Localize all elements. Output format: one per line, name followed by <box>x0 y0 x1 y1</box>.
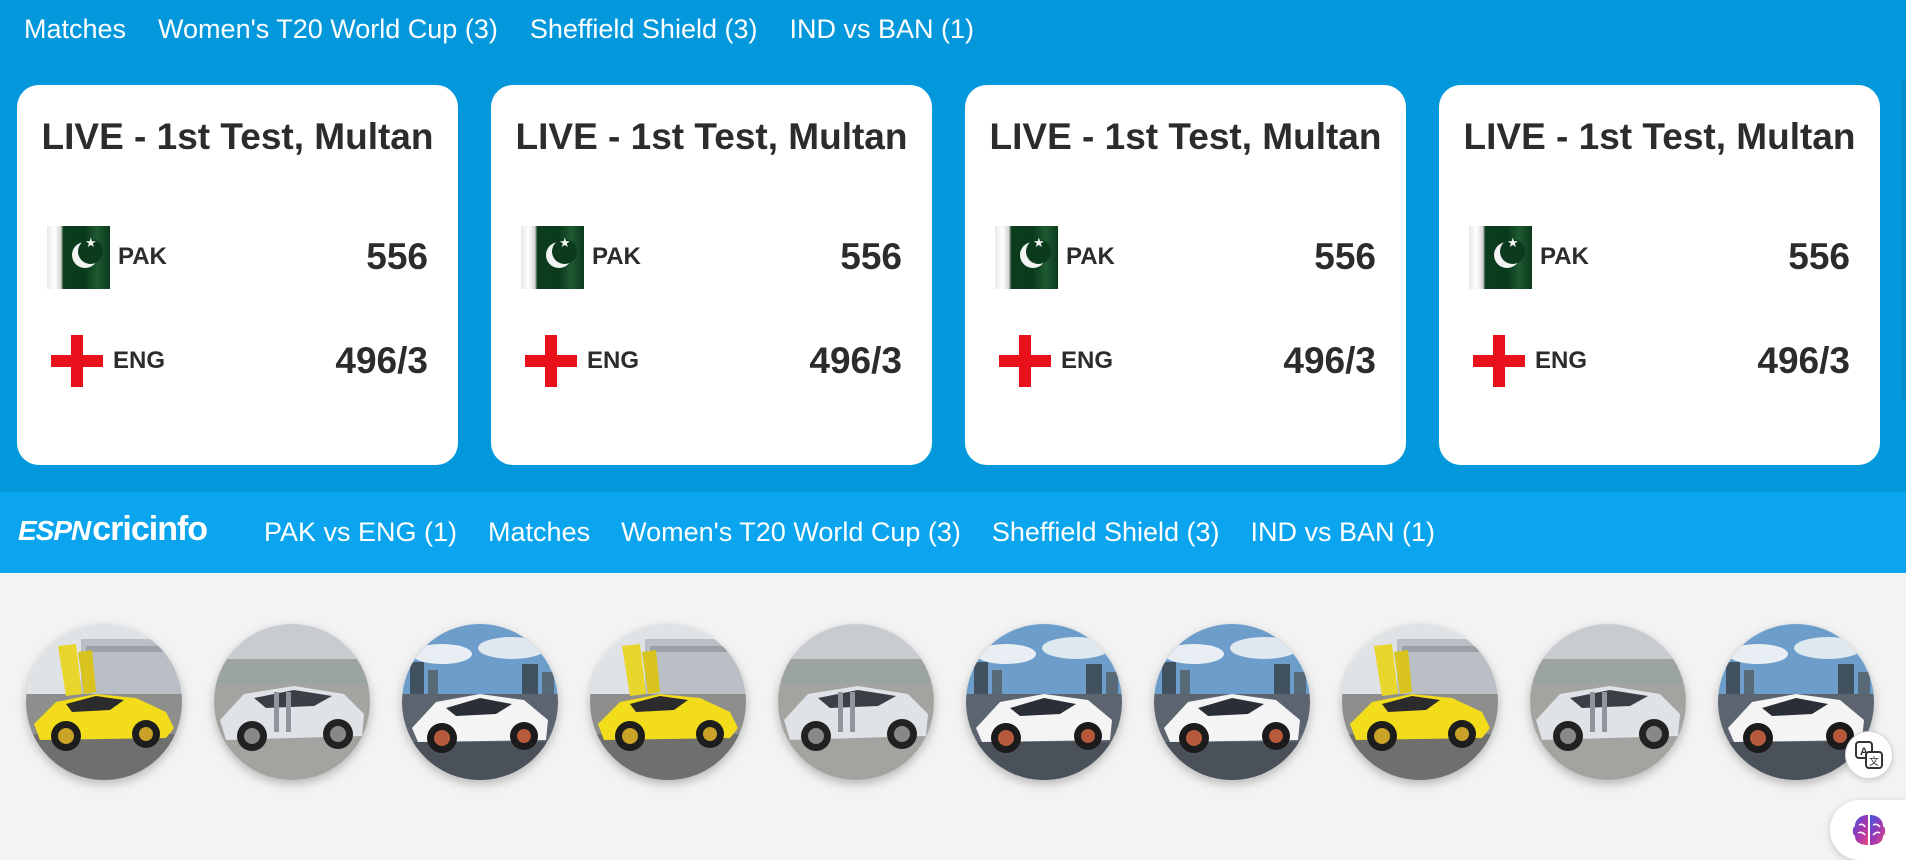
logo-espn-text: ESPN <box>18 515 91 546</box>
car-thumbnail[interactable] <box>590 624 746 780</box>
espncricinfo-logo[interactable]: ESPN cricinfo <box>18 510 208 554</box>
pakistan-flag-icon: ★ <box>521 225 584 289</box>
team-score: 556 <box>366 236 428 277</box>
england-flag-icon <box>49 333 105 389</box>
team-name: PAK <box>1540 243 1589 270</box>
top-nav-link-sheffield-shield[interactable]: Sheffield Shield (3) <box>530 14 758 45</box>
car-thumbnail[interactable] <box>966 624 1122 780</box>
team-row-pak: ★ PAK 556 <box>47 225 428 289</box>
translate-button[interactable]: A 文 <box>1845 731 1893 779</box>
team-name: PAK <box>118 243 167 270</box>
car-image <box>1342 624 1498 780</box>
espn-nav-bar: ESPN cricinfo PAK vs ENG (1) Matches Wom… <box>0 492 1906 573</box>
england-flag-icon <box>997 333 1053 389</box>
match-title: LIVE - 1st Test, Multan <box>1463 116 1856 157</box>
pakistan-flag-icon: ★ <box>1469 225 1532 289</box>
match-title: LIVE - 1st Test, Multan <box>989 116 1382 157</box>
team-name: PAK <box>592 243 641 270</box>
car-image <box>778 624 934 780</box>
team-row-pak: ★ PAK 556 <box>995 225 1376 289</box>
car-thumbnail[interactable] <box>1154 624 1310 780</box>
car-thumbnail[interactable] <box>1530 624 1686 780</box>
team-score: 556 <box>1788 236 1850 277</box>
match-title: LIVE - 1st Test, Multan <box>41 116 434 157</box>
match-cards: LIVE - 1st Test, Multan ★ PAK 556 ENG 49… <box>17 85 1880 465</box>
match-title: LIVE - 1st Test, Multan <box>515 116 908 157</box>
match-card[interactable]: LIVE - 1st Test, Multan ★ PAK 556 ENG 49… <box>491 85 932 465</box>
team-name: ENG <box>1535 347 1588 374</box>
team-score: 496/3 <box>335 340 428 381</box>
team-score: 496/3 <box>809 340 902 381</box>
match-card[interactable]: LIVE - 1st Test, Multan ★ PAK 556 ENG 49… <box>965 85 1406 465</box>
team-row-pak: ★ PAK 556 <box>521 225 902 289</box>
top-nav-link-womens-t20[interactable]: Women's T20 World Cup (3) <box>158 14 498 45</box>
svg-text:文: 文 <box>1869 755 1879 768</box>
match-card[interactable]: LIVE - 1st Test, Multan ★ PAK 556 ENG 49… <box>17 85 458 465</box>
top-nav: Matches Women's T20 World Cup (3) Sheffi… <box>24 10 974 48</box>
team-name: ENG <box>113 347 166 374</box>
brain-icon <box>1852 815 1886 845</box>
team-score: 496/3 <box>1757 340 1850 381</box>
car-thumbnail[interactable] <box>214 624 370 780</box>
espn-nav-link-matches[interactable]: Matches <box>488 517 590 548</box>
car-image <box>402 624 558 780</box>
espn-nav-link-sheffield-shield[interactable]: Sheffield Shield (3) <box>992 517 1220 548</box>
espn-nav: PAK vs ENG (1) Matches Women's T20 World… <box>264 512 1435 552</box>
logo-cricinfo-text: cricinfo <box>92 510 208 548</box>
pakistan-flag-icon: ★ <box>47 225 110 289</box>
pakistan-flag-icon: ★ <box>995 225 1058 289</box>
team-score: 556 <box>840 236 902 277</box>
car-image <box>26 624 182 780</box>
car-image <box>590 624 746 780</box>
car-thumbnail[interactable] <box>778 624 934 780</box>
team-name: ENG <box>587 347 640 374</box>
espn-nav-link-womens-t20[interactable]: Women's T20 World Cup (3) <box>621 517 961 548</box>
team-row-eng: ENG 496/3 <box>1469 329 1850 393</box>
assistant-button[interactable] <box>1830 800 1906 860</box>
top-nav-link-ind-vs-ban[interactable]: IND vs BAN (1) <box>789 14 974 45</box>
car-thumbnail[interactable] <box>26 624 182 780</box>
car-image <box>214 624 370 780</box>
england-flag-icon <box>1471 333 1527 389</box>
espn-nav-link-pak-vs-eng[interactable]: PAK vs ENG (1) <box>264 517 457 548</box>
team-name: ENG <box>1061 347 1114 374</box>
translate-icon: A 文 <box>1855 741 1883 769</box>
top-section: Matches Women's T20 World Cup (3) Sheffi… <box>0 0 1906 492</box>
scrollbar[interactable] <box>1902 80 1906 400</box>
team-row-pak: ★ PAK 556 <box>1469 225 1850 289</box>
car-thumbnail[interactable] <box>1342 624 1498 780</box>
team-score: 556 <box>1314 236 1376 277</box>
team-name: PAK <box>1066 243 1115 270</box>
england-flag-icon <box>523 333 579 389</box>
car-thumbnails <box>26 624 1874 780</box>
match-card[interactable]: LIVE - 1st Test, Multan ★ PAK 556 ENG 49… <box>1439 85 1880 465</box>
car-image <box>1530 624 1686 780</box>
car-thumbnail[interactable] <box>402 624 558 780</box>
team-row-eng: ENG 496/3 <box>521 329 902 393</box>
team-row-eng: ENG 496/3 <box>47 329 428 393</box>
team-score: 496/3 <box>1283 340 1376 381</box>
top-nav-link-matches[interactable]: Matches <box>24 14 126 45</box>
car-image <box>966 624 1122 780</box>
espn-nav-link-ind-vs-ban[interactable]: IND vs BAN (1) <box>1251 517 1436 548</box>
car-image <box>1154 624 1310 780</box>
team-row-eng: ENG 496/3 <box>995 329 1376 393</box>
